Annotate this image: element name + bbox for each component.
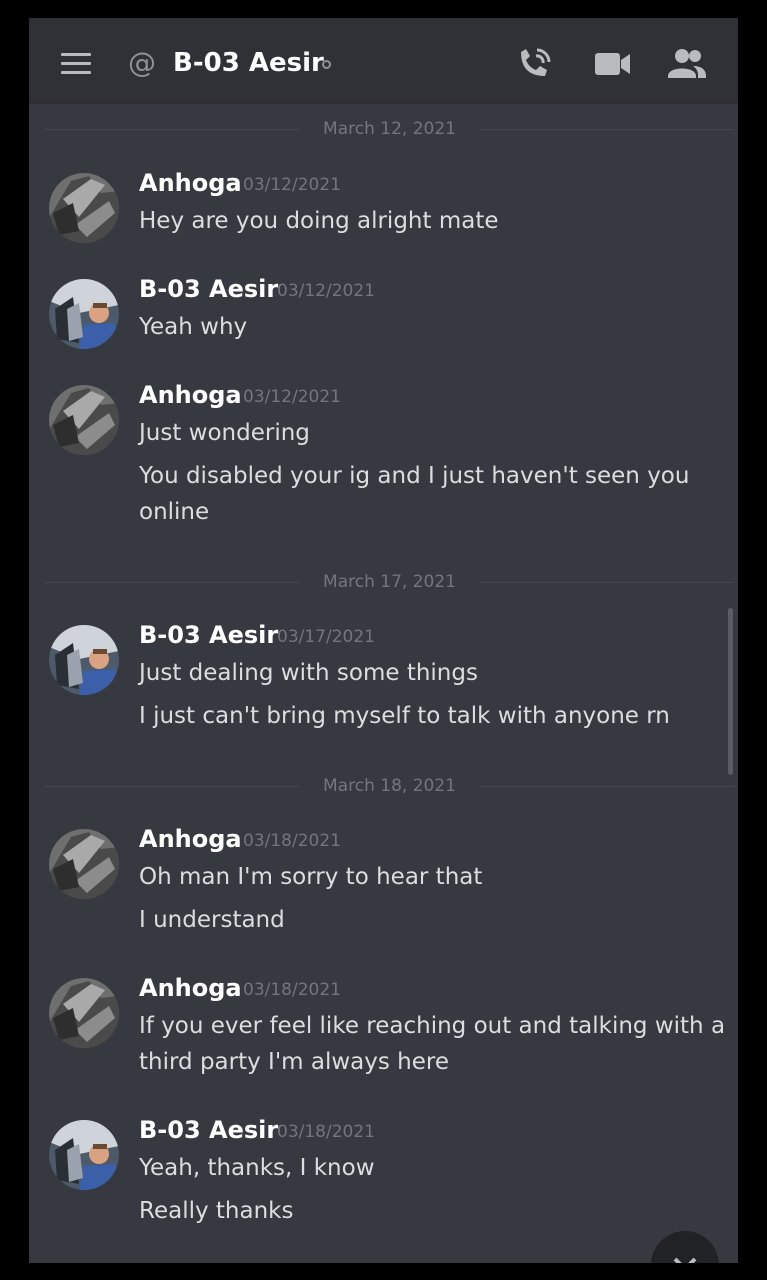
phone-call-icon[interactable] <box>515 46 555 82</box>
message-author[interactable]: B-03 Aesir <box>139 1116 278 1144</box>
members-icon[interactable] <box>666 46 706 82</box>
avatar[interactable] <box>49 385 119 455</box>
divider-line <box>480 582 735 583</box>
dm-chat-window: @ B-03 Aesir March 12, 2021 March 17, 20… <box>29 18 738 1263</box>
message-timestamp: 03/18/2021 <box>277 1122 375 1142</box>
message-timestamp: 03/18/2021 <box>243 980 341 1000</box>
avatar[interactable] <box>49 279 119 349</box>
avatar[interactable] <box>49 978 119 1048</box>
message-timestamp: 03/12/2021 <box>277 281 375 301</box>
message-text: I understand <box>139 907 285 933</box>
divider-line <box>480 786 735 787</box>
message-text: Really thanks <box>139 1198 294 1224</box>
message-text: You disabled your ig and I just haven't … <box>139 463 690 489</box>
message-text: I just can't bring myself to talk with a… <box>139 703 670 729</box>
avatar[interactable] <box>49 1120 119 1190</box>
message-text: Just dealing with some things <box>139 660 478 686</box>
message-text: Hey are you doing alright mate <box>139 208 499 234</box>
message-text: Yeah, thanks, I know <box>139 1155 375 1181</box>
channel-header: @ B-03 Aesir <box>29 18 738 102</box>
message-timestamp: 03/12/2021 <box>243 175 341 195</box>
date-divider: March 17, 2021 <box>44 571 735 593</box>
message-timestamp: 03/12/2021 <box>243 387 341 407</box>
divider-line <box>44 786 299 787</box>
message-timestamp: 03/18/2021 <box>243 831 341 851</box>
scrollbar[interactable] <box>728 608 733 775</box>
avatar[interactable] <box>49 173 119 243</box>
offline-status-icon <box>322 60 331 69</box>
date-divider-label: March 17, 2021 <box>323 572 456 592</box>
divider-line <box>480 129 735 130</box>
at-icon: @ <box>128 46 156 79</box>
date-divider: March 12, 2021 <box>44 118 735 140</box>
avatar[interactable] <box>49 829 119 899</box>
hamburger-menu-icon[interactable] <box>61 53 91 75</box>
message-text: Yeah why <box>139 314 248 340</box>
message-text: If you ever feel like reaching out and t… <box>139 1013 726 1039</box>
message-author[interactable]: Anhoga <box>139 825 242 853</box>
date-divider-label: March 18, 2021 <box>323 776 456 796</box>
date-divider: March 18, 2021 <box>44 775 735 797</box>
avatar[interactable] <box>49 625 119 695</box>
message-timestamp: 03/17/2021 <box>277 627 375 647</box>
message-author[interactable]: B-03 Aesir <box>139 621 278 649</box>
video-camera-icon[interactable] <box>594 46 634 82</box>
message-text: Just wondering <box>139 420 310 446</box>
message-author[interactable]: B-03 Aesir <box>139 275 278 303</box>
message-author[interactable]: Anhoga <box>139 381 242 409</box>
jump-to-present-icon[interactable] <box>651 1231 719 1263</box>
message-text: online <box>139 499 210 525</box>
message-text: Oh man I'm sorry to hear that <box>139 864 483 890</box>
message-text: third party I'm always here <box>139 1049 449 1075</box>
message-author[interactable]: Anhoga <box>139 169 242 197</box>
divider-line <box>44 129 299 130</box>
message-author[interactable]: Anhoga <box>139 974 242 1002</box>
date-divider-label: March 12, 2021 <box>323 119 456 139</box>
channel-title: B-03 Aesir <box>173 48 324 78</box>
divider-line <box>44 582 299 583</box>
